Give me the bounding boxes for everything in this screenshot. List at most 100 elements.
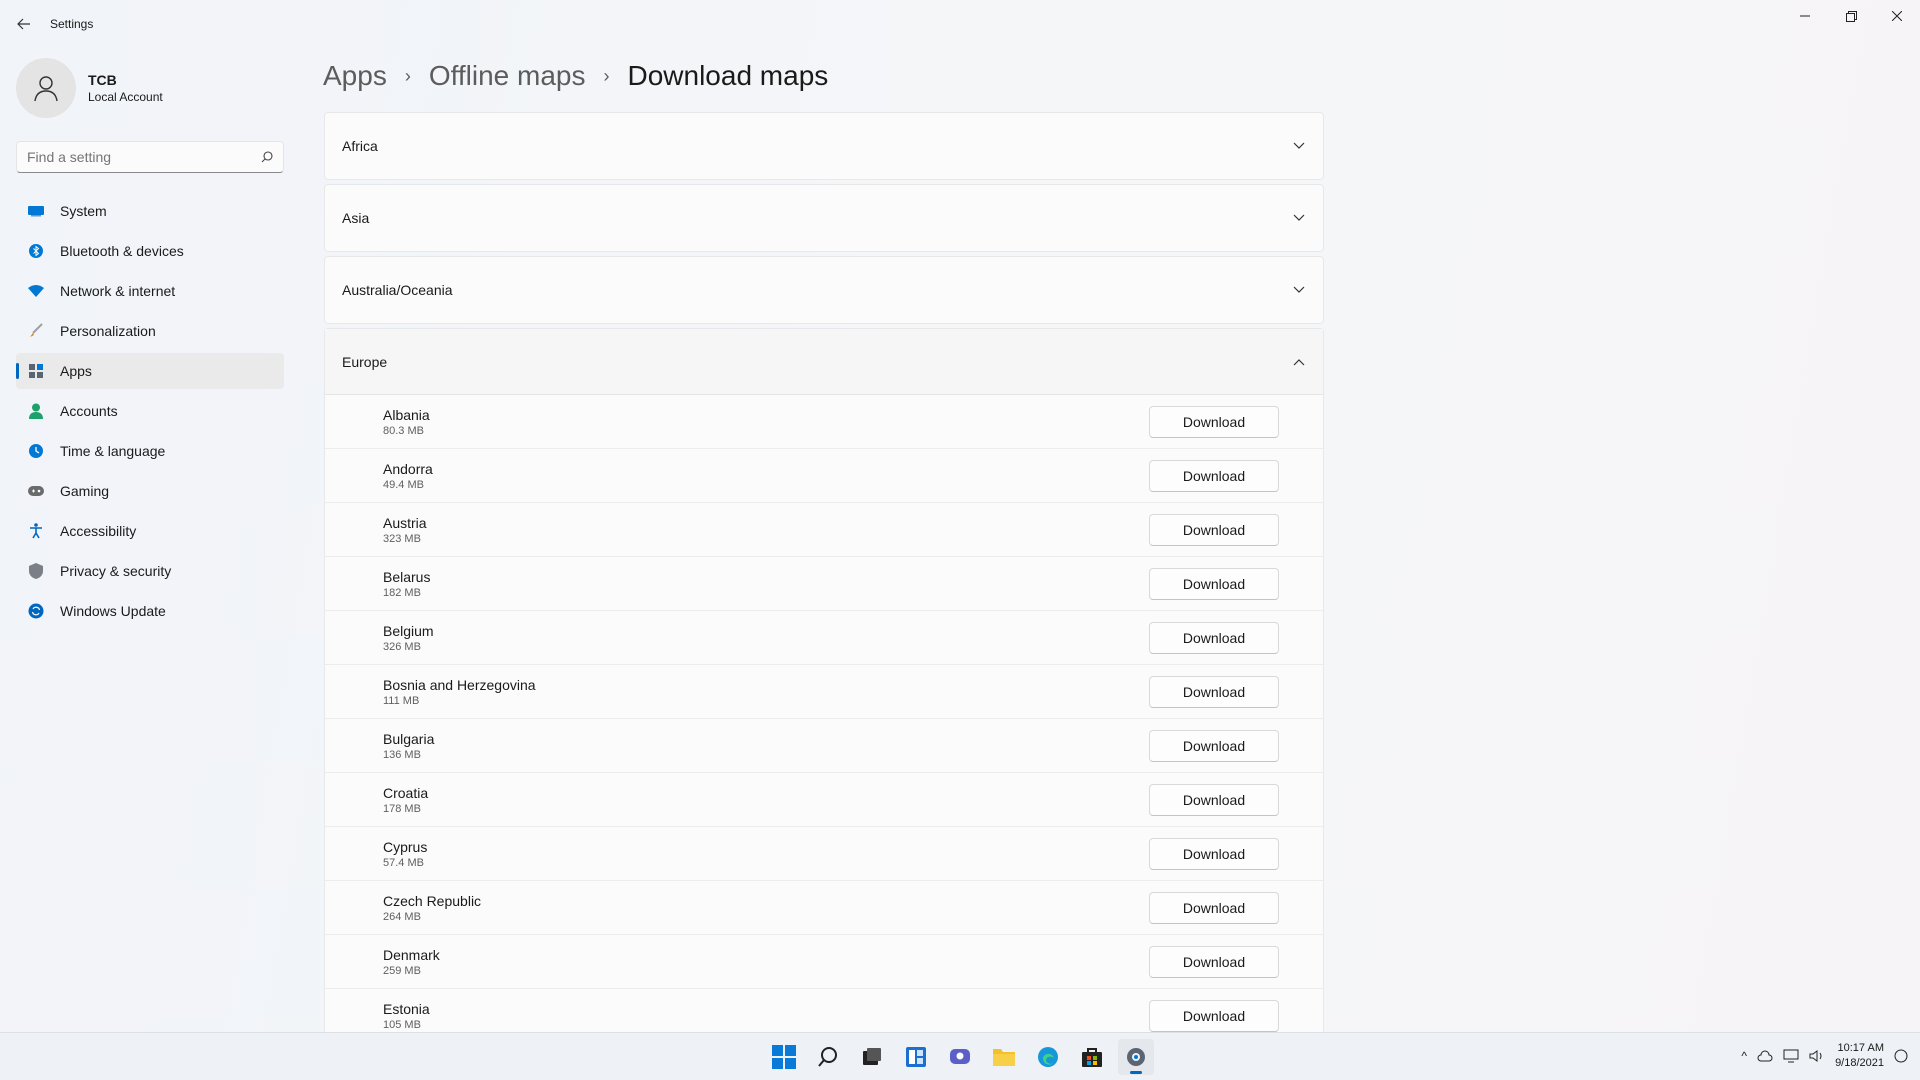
download-button[interactable]: Download	[1149, 621, 1279, 654]
chat-icon	[950, 1049, 970, 1064]
chevron-down-icon	[1291, 138, 1307, 154]
country-size: 182 MB	[383, 586, 421, 599]
file-explorer-button[interactable]	[986, 1039, 1022, 1075]
country-list: Albania 80.3 MB Download Andorra 49.4 MB Down…	[325, 395, 1323, 1032]
download-button[interactable]: Download	[1149, 459, 1279, 492]
windows-start-icon	[772, 1045, 796, 1069]
download-button[interactable]: Download	[1149, 405, 1279, 438]
app-title: Settings	[50, 17, 94, 31]
sidebar-item-label: System	[60, 203, 107, 219]
cloud-icon[interactable]	[1757, 1050, 1773, 1062]
list-item: Albania 80.3 MB Download	[325, 395, 1323, 449]
edge-button[interactable]	[1030, 1039, 1066, 1075]
accessibility-icon	[28, 523, 44, 539]
person-icon	[28, 403, 44, 419]
restore-button[interactable]	[1828, 0, 1874, 32]
country-name: Czech Republic	[383, 892, 482, 909]
download-button[interactable]: Download	[1149, 999, 1279, 1032]
list-item: Denmark 259 MB Download	[325, 935, 1323, 989]
region-label: Europe	[342, 353, 388, 370]
country-info: Denmark 259 MB	[383, 947, 440, 977]
bluetooth-icon	[28, 243, 44, 259]
country-info: Czech Republic 264 MB	[383, 893, 481, 923]
sidebar-item-privacy-security[interactable]: Privacy & security	[16, 553, 284, 589]
download-button[interactable]: Download	[1149, 945, 1279, 978]
sidebar-item-windows-update[interactable]: Windows Update	[16, 593, 284, 629]
country-info: Croatia 178 MB	[383, 785, 428, 815]
search-input[interactable]	[27, 149, 247, 165]
country-name: Estonia	[383, 1000, 430, 1017]
widgets-button[interactable]	[898, 1039, 934, 1075]
sidebar-item-bluetooth[interactable]: Bluetooth & devices	[16, 233, 284, 269]
chevron-right-icon: ›	[404, 65, 411, 86]
download-button[interactable]: Download	[1149, 837, 1279, 870]
download-button[interactable]: Download	[1149, 891, 1279, 924]
task-view-icon	[863, 1048, 881, 1065]
list-item: Belarus 182 MB Download	[325, 557, 1323, 611]
restore-icon	[1845, 10, 1857, 22]
sidebar-item-label: Accessibility	[60, 523, 137, 539]
region-header[interactable]: Africa	[325, 113, 1323, 179]
sidebar-item-system[interactable]: System	[16, 193, 284, 229]
store-button[interactable]	[1074, 1039, 1110, 1075]
sidebar-item-time-language[interactable]: Time & language	[16, 433, 284, 469]
close-button[interactable]	[1874, 0, 1920, 32]
breadcrumb-apps[interactable]: Apps	[323, 60, 387, 92]
sidebar-item-apps[interactable]: Apps	[16, 353, 284, 389]
download-button[interactable]: Download	[1149, 729, 1279, 762]
file-explorer-icon	[993, 1049, 1015, 1066]
download-button[interactable]: Download	[1149, 567, 1279, 600]
system-tray: ^ 10:17 AM 9/18/2021	[1741, 1041, 1908, 1071]
region-label: Australia/Oceania	[342, 282, 453, 298]
country-name: Bosnia and Herzegovina	[383, 676, 536, 693]
region-header[interactable]: Europe	[325, 329, 1323, 395]
country-info: Albania 80.3 MB	[383, 407, 430, 437]
country-name: Austria	[383, 514, 427, 531]
download-button[interactable]: Download	[1149, 783, 1279, 816]
start-button[interactable]	[766, 1039, 802, 1075]
chevron-down-icon	[1291, 282, 1307, 298]
country-name: Croatia	[383, 784, 429, 801]
person-avatar-icon	[34, 76, 58, 102]
country-info: Cyprus 57.4 MB	[383, 839, 427, 869]
download-button[interactable]: Download	[1149, 513, 1279, 546]
search-box[interactable]	[16, 141, 284, 173]
region-australia-oceania: Australia/Oceania	[324, 256, 1324, 324]
settings-taskbar-button[interactable]	[1118, 1039, 1154, 1075]
sidebar-item-gaming[interactable]: Gaming	[16, 473, 284, 509]
country-info: Estonia 105 MB	[383, 1001, 430, 1031]
search-icon	[261, 151, 273, 163]
notification-icon[interactable]	[1894, 1049, 1908, 1063]
region-header[interactable]: Australia/Oceania	[325, 257, 1323, 323]
volume-icon[interactable]	[1809, 1049, 1825, 1063]
minimize-button[interactable]	[1782, 0, 1828, 32]
country-info: Belarus 182 MB	[383, 569, 430, 599]
download-button[interactable]: Download	[1149, 675, 1279, 708]
country-size: 111 MB	[383, 694, 420, 707]
chevron-up-icon[interactable]: ^	[1741, 1049, 1747, 1063]
breadcrumb-offline-maps[interactable]: Offline maps	[429, 60, 586, 92]
user-profile[interactable]: TCB Local Account	[16, 58, 286, 118]
country-name: Belarus	[383, 568, 431, 585]
chat-button[interactable]	[942, 1039, 978, 1075]
country-size: 323 MB	[383, 532, 421, 545]
sidebar-item-network[interactable]: Network & internet	[16, 273, 284, 309]
task-view-button[interactable]	[854, 1039, 890, 1075]
back-button[interactable]	[12, 12, 36, 36]
sidebar-item-label: Personalization	[60, 323, 156, 339]
taskbar-search-button[interactable]	[810, 1039, 846, 1075]
sidebar-item-personalization[interactable]: Personalization	[16, 313, 284, 349]
sidebar-item-accounts[interactable]: Accounts	[16, 393, 284, 429]
profile-account-type: Local Account	[88, 90, 163, 104]
country-name: Bulgaria	[383, 730, 435, 747]
chevron-right-icon: ›	[603, 65, 610, 86]
chevron-down-icon	[1291, 210, 1307, 226]
clock[interactable]: 10:17 AM 9/18/2021	[1835, 1041, 1884, 1071]
network-icon[interactable]	[1783, 1049, 1799, 1063]
country-size: 326 MB	[383, 640, 421, 653]
shield-icon	[28, 563, 44, 579]
close-icon	[1892, 11, 1902, 21]
sidebar-item-accessibility[interactable]: Accessibility	[16, 513, 284, 549]
region-header[interactable]: Asia	[325, 185, 1323, 251]
sidebar-item-label: Network & internet	[60, 283, 176, 299]
